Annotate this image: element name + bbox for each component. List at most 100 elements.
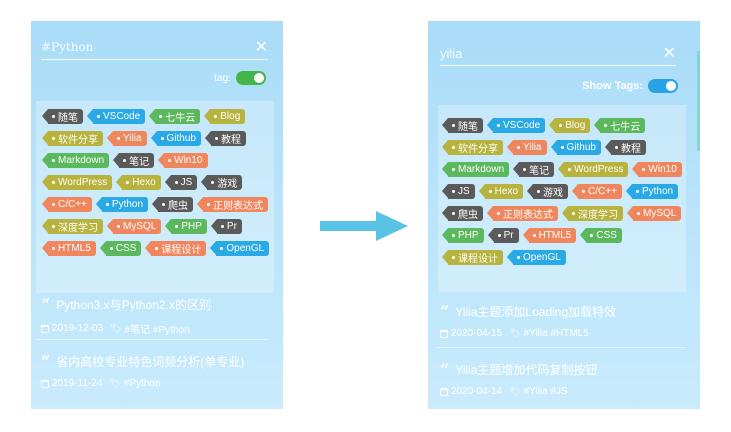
close-icon[interactable]: ✕ bbox=[255, 37, 268, 57]
post-tags[interactable]: #Yilia #HTML5 bbox=[524, 328, 589, 339]
quote-icon: “ bbox=[41, 351, 51, 371]
tag-chip[interactable]: 软件分享 bbox=[42, 131, 103, 146]
post-title[interactable]: 省内高校专业特色词频分析(单专业) bbox=[56, 353, 244, 370]
tag-cloud: 随笔 VSCode Blog 七牛云软件分享 Yilia Github 教程 Markdown… bbox=[438, 105, 686, 292]
tag-label: Github bbox=[566, 142, 596, 153]
tag-chip[interactable]: Markdown bbox=[41, 153, 110, 168]
search-panel-after: yilia ✕ Show Tags: 随笔 VSCode Blog 七牛云软件分享 Yi… bbox=[428, 21, 700, 409]
tag-chip[interactable]: Github bbox=[150, 131, 201, 146]
tag-chip[interactable]: CSS bbox=[580, 228, 622, 243]
tag-label: Markdown bbox=[458, 164, 505, 175]
tag-chip[interactable]: Github bbox=[550, 140, 601, 155]
tag-chip[interactable]: 游戏 bbox=[201, 175, 243, 190]
tag-chip[interactable]: PHP bbox=[165, 219, 207, 234]
close-icon[interactable]: ✕ bbox=[663, 43, 676, 63]
tag-chip[interactable]: Hexo bbox=[116, 175, 161, 190]
tag-label: 游戏 bbox=[217, 179, 238, 190]
post-title[interactable]: Python3.x与Python2.x的区别 bbox=[56, 296, 211, 313]
tag-chip[interactable]: JS bbox=[164, 175, 198, 190]
scrollbar[interactable] bbox=[697, 51, 700, 151]
tag-label: JS bbox=[180, 177, 193, 188]
tag-chip[interactable]: OpenGL bbox=[507, 250, 566, 265]
tag-chip[interactable]: 课程设计 bbox=[442, 250, 503, 265]
tag-chip[interactable]: Markdown bbox=[441, 162, 510, 177]
tag-chip[interactable]: VSCode bbox=[486, 118, 546, 133]
tag-chip[interactable]: CSS bbox=[99, 241, 142, 256]
tag-chip[interactable]: JS bbox=[442, 184, 475, 199]
tag-chip[interactable]: 七牛云 bbox=[149, 109, 201, 124]
tag-icon: 🏷 bbox=[109, 378, 121, 388]
tag-chip[interactable]: MySQL bbox=[106, 219, 162, 234]
search-input[interactable]: #Python bbox=[41, 40, 93, 54]
tag-chip[interactable]: 随笔 bbox=[442, 118, 483, 133]
tag-chip[interactable]: Hexo bbox=[478, 184, 524, 199]
tag-chip[interactable]: Blog bbox=[549, 118, 591, 133]
tag-label: PHP bbox=[458, 230, 479, 241]
tag-chip[interactable]: 正则表达式 bbox=[197, 197, 269, 212]
bullet-icon bbox=[452, 234, 455, 237]
tag-chip[interactable]: Yilia bbox=[507, 140, 547, 155]
bullet-icon bbox=[582, 190, 586, 193]
tag-chip[interactable]: 软件分享 bbox=[442, 140, 503, 155]
quote-icon: “ bbox=[440, 359, 450, 379]
tag-chip[interactable]: OpenGL bbox=[210, 241, 270, 256]
tag-chip[interactable]: WordPress bbox=[558, 162, 629, 177]
tag-chip[interactable]: Python bbox=[95, 197, 149, 212]
tag-chip[interactable]: 七牛云 bbox=[594, 118, 646, 133]
tag-chip[interactable]: WordPress bbox=[41, 175, 113, 190]
search-result[interactable]: “ 省内高校专业特色词频分析(单专业) 2019-11-24 🏷 #Python bbox=[41, 353, 244, 389]
tag-label: Yilia bbox=[523, 142, 542, 153]
tag-label: Markdown bbox=[58, 155, 105, 166]
tag-chip[interactable]: 教程 bbox=[205, 131, 246, 146]
tag-chip[interactable]: 爬虫 bbox=[442, 206, 483, 221]
tags-toggle-row: Show Tags: bbox=[582, 79, 678, 93]
tag-chip[interactable]: Pr bbox=[487, 228, 519, 243]
bullet-icon bbox=[174, 181, 178, 184]
tag-chip[interactable]: PHP bbox=[442, 228, 484, 243]
tag-label: WordPress bbox=[58, 177, 108, 188]
tag-chip[interactable]: 深度学习 bbox=[562, 206, 623, 221]
bullet-icon bbox=[105, 203, 109, 206]
quote-icon: “ bbox=[41, 294, 51, 314]
tag-chip[interactable]: Blog bbox=[204, 109, 246, 124]
post-title[interactable]: Yilia主题增加代码复制按钮 bbox=[455, 361, 597, 378]
search-result[interactable]: “ Yilia主题增加代码复制按钮 2020-04-14 🏷 #Yilia #J… bbox=[440, 361, 597, 397]
post-tags[interactable]: #Python bbox=[124, 378, 161, 389]
post-tags[interactable]: #笔记 #Python bbox=[125, 321, 190, 336]
tags-toggle-switch[interactable] bbox=[648, 79, 678, 93]
search-result[interactable]: “ Python3.x与Python2.x的区别 2019-12-03 🏷 #笔… bbox=[41, 296, 211, 336]
tag-chip[interactable]: Yilia bbox=[107, 131, 147, 146]
tag-icon: 🏷 bbox=[509, 386, 521, 396]
tag-chip[interactable]: C/C++ bbox=[572, 184, 622, 199]
tags-toggle-switch[interactable] bbox=[236, 71, 266, 85]
tag-chip[interactable]: Pr bbox=[210, 219, 242, 234]
bullet-icon bbox=[160, 137, 164, 140]
tag-chip[interactable]: 随笔 bbox=[42, 109, 83, 124]
tag-chip[interactable]: VSCode bbox=[86, 109, 146, 124]
tag-label: VSCode bbox=[503, 120, 541, 131]
post-title[interactable]: Yilia主题添加Loading加载特效 bbox=[455, 303, 616, 320]
tag-chip[interactable]: 爬虫 bbox=[152, 197, 194, 212]
bullet-icon bbox=[537, 190, 541, 193]
tag-chip[interactable]: 笔记 bbox=[513, 162, 555, 177]
tag-chip[interactable]: 课程设计 bbox=[145, 241, 207, 256]
tag-chip[interactable]: 教程 bbox=[605, 140, 646, 155]
tag-chip[interactable]: MySQL bbox=[626, 206, 682, 221]
tag-icon: 🏷 bbox=[509, 328, 521, 338]
tag-label: PHP bbox=[181, 221, 202, 232]
tag-icon: 🏷 bbox=[110, 323, 122, 333]
tag-chip[interactable]: Python bbox=[625, 184, 679, 199]
post-tags[interactable]: #Yilia #JS bbox=[524, 386, 568, 397]
tag-chip[interactable]: Win10 bbox=[158, 153, 208, 168]
tag-chip[interactable]: 笔记 bbox=[113, 153, 155, 168]
tag-chip[interactable]: 游戏 bbox=[527, 184, 569, 199]
search-result[interactable]: “ Yilia主题添加Loading加载特效 2020-04-15 🏷 #Yil… bbox=[440, 303, 616, 339]
tag-chip[interactable]: 深度学习 bbox=[42, 219, 103, 234]
tag-chip[interactable]: Win10 bbox=[632, 162, 682, 177]
search-input[interactable]: yilia bbox=[440, 46, 462, 61]
tag-chip[interactable]: C/C++ bbox=[42, 197, 92, 212]
tag-chip[interactable]: HTML5 bbox=[42, 241, 96, 256]
tag-chip[interactable]: 正则表达式 bbox=[487, 206, 558, 221]
bullet-icon bbox=[452, 256, 455, 259]
tag-chip[interactable]: HTML5 bbox=[522, 228, 577, 243]
